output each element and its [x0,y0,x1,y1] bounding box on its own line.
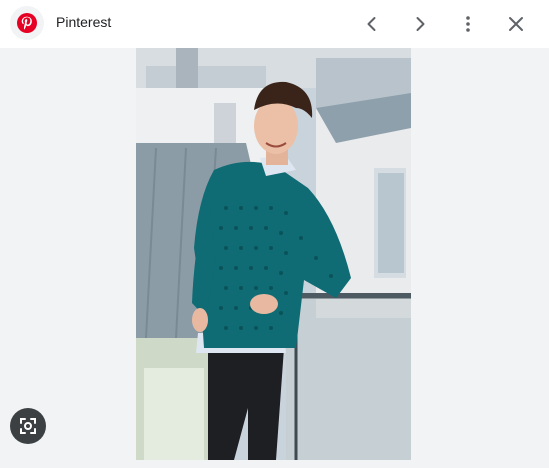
source-name[interactable]: Pinterest [56,14,111,30]
chevron-left-icon [367,17,376,31]
next-button[interactable] [404,8,436,40]
more-vert-icon [466,16,470,32]
pinterest-logo-icon[interactable] [10,6,44,40]
preview-image[interactable] [136,48,411,460]
image-viewer [0,48,549,468]
chevron-right-icon [416,17,425,31]
more-options-button[interactable] [452,8,484,40]
lens-search-button[interactable] [10,408,46,444]
close-icon [509,17,523,31]
viewer-header: Pinterest [0,0,549,48]
previous-button[interactable] [356,8,388,40]
close-button[interactable] [500,8,532,40]
lens-icon [20,418,36,434]
